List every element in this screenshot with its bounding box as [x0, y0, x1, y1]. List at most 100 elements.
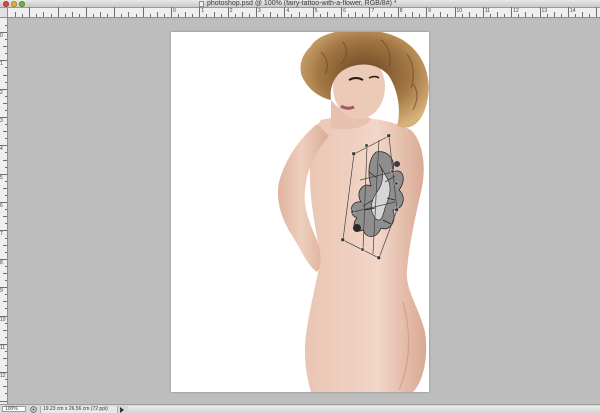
ruler-tick — [475, 14, 477, 17]
ruler-tick — [163, 14, 165, 17]
ruler-tick — [5, 138, 7, 140]
zoom-window-button[interactable] — [19, 1, 25, 7]
ruler-h-label: 6 — [343, 8, 346, 14]
ruler-tick — [546, 14, 548, 17]
ruler-tick — [560, 14, 562, 17]
ruler-tick — [404, 14, 406, 17]
ruler-tick — [504, 14, 506, 17]
ruler-tick — [5, 67, 7, 69]
window-title: photoshop.psd @ 100% (fairy-tattoo-with-… — [207, 0, 397, 7]
ruler-v-label: 9 — [0, 288, 3, 295]
ruler-tick — [5, 365, 7, 367]
ruler-tick — [107, 14, 109, 17]
vertical-ruler[interactable]: 0 1 2 3 4 5 6 7 8 9 10 11 12 — [0, 18, 8, 404]
ruler-tick — [362, 14, 364, 17]
ruler-tick — [234, 14, 236, 17]
ruler-origin-corner[interactable] — [0, 8, 8, 18]
ruler-tick — [114, 7, 116, 17]
ruler-tick — [284, 7, 286, 17]
ruler-tick — [298, 12, 300, 17]
ruler-tick — [305, 14, 307, 17]
ruler-tick — [433, 14, 435, 17]
minimize-window-button[interactable] — [11, 1, 17, 7]
ruler-h-label: 2 — [229, 8, 233, 14]
ruler-tick — [334, 14, 335, 17]
ruler-tick — [376, 14, 378, 17]
ruler-tick — [135, 14, 137, 17]
ruler-tick — [3, 159, 7, 161]
ruler-tick — [3, 46, 7, 48]
ruler-h-label: 1 — [201, 8, 205, 14]
ruler-tick — [461, 14, 463, 17]
document-canvas[interactable] — [171, 32, 429, 392]
ruler-tick — [3, 131, 7, 133]
ruler-tick — [241, 12, 243, 17]
ruler-v-label: 0 — [0, 33, 3, 39]
info-menu-arrow-icon[interactable] — [120, 407, 124, 413]
ruler-tick — [5, 223, 7, 225]
ruler-tick — [5, 166, 7, 168]
ruler-tick — [525, 12, 527, 17]
horizontal-scrollbar[interactable] — [128, 406, 600, 413]
ruler-tick — [482, 7, 484, 17]
ruler-h-label: 7 — [371, 8, 375, 14]
close-window-button[interactable] — [3, 1, 9, 7]
ruler-tick — [78, 14, 80, 17]
ruler-v-label: 7 — [0, 231, 3, 238]
ruler-tick — [220, 14, 222, 17]
ruler-tick — [100, 12, 102, 17]
ruler-tick — [411, 12, 413, 17]
status-bar: 100% 19.23 cm x 26.56 cm (72 ppi) — [0, 404, 600, 413]
ruler-tick — [85, 7, 87, 17]
ruler-tick — [532, 14, 534, 17]
ruler-tick — [355, 12, 357, 17]
ruler-tick — [50, 14, 52, 17]
ruler-v-label: 5 — [0, 174, 3, 181]
ruler-tick — [369, 7, 371, 17]
ruler-tick — [468, 12, 470, 17]
ruler-v-label: 1 — [0, 61, 3, 68]
ruler-tick — [5, 308, 7, 310]
ruler-tick — [511, 7, 513, 17]
ruler-tick — [326, 12, 328, 17]
ruler-tick — [199, 7, 201, 17]
ruler-tick — [5, 294, 7, 296]
ruler-tick — [5, 336, 7, 338]
ruler-h-label: 11 — [484, 8, 491, 14]
ruler-tick — [142, 7, 144, 17]
ruler-tick — [3, 272, 7, 274]
status-target-icon[interactable] — [30, 406, 37, 413]
ruler-tick — [185, 12, 187, 17]
ruler-tick — [206, 14, 208, 17]
ruler-tick — [256, 7, 258, 17]
ruler-h-label: 3 — [258, 8, 261, 14]
zoom-level-field[interactable]: 100% — [2, 406, 26, 412]
ruler-tick — [263, 14, 265, 17]
ruler-tick — [3, 102, 7, 104]
ruler-tick — [3, 244, 7, 246]
ruler-tick — [36, 14, 38, 17]
ruler-v-label: 6 — [0, 203, 3, 210]
ruler-tick — [5, 53, 7, 55]
ruler-tick — [589, 14, 591, 17]
ruler-v-label: 8 — [0, 259, 3, 266]
ruler-tick — [5, 251, 7, 253]
ruler-tick — [270, 12, 272, 17]
ruler-v-label: 3 — [0, 118, 3, 125]
ruler-tick — [156, 12, 158, 17]
ruler-tick — [553, 12, 555, 17]
ruler-tick — [5, 237, 7, 239]
ruler-tick — [5, 393, 7, 395]
ruler-tick — [489, 14, 491, 17]
ruler-tick — [574, 14, 576, 17]
ruler-tick — [5, 39, 7, 41]
window-titlebar: photoshop.psd @ 100% (fairy-tattoo-with-… — [0, 0, 600, 8]
ruler-tick — [341, 7, 343, 17]
ruler-tick — [567, 7, 569, 17]
ruler-tick — [5, 124, 7, 126]
ruler-h-label: 4 — [286, 8, 290, 14]
ruler-h-label: 10 — [456, 8, 463, 14]
ruler-tick — [582, 12, 584, 17]
ruler-v-label: 2 — [0, 89, 3, 96]
horizontal-ruler[interactable]: 0 1 2 3 4 5 6 7 8 9 10 11 12 13 14 — [8, 7, 600, 18]
